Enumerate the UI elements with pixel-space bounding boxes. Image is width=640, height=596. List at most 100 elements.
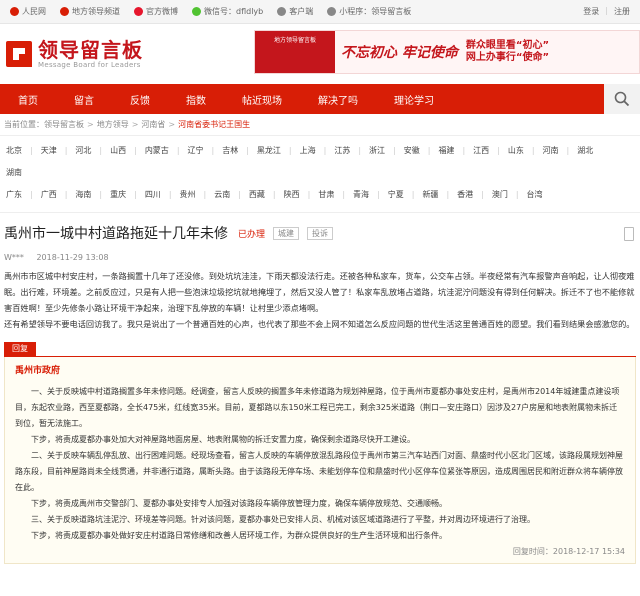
topbar-link-label: 地方领导频道	[72, 7, 120, 16]
region-link[interactable]: 广东	[6, 190, 22, 199]
region-link[interactable]: 江西	[473, 146, 489, 155]
reply-paragraph: 一、关于反映城中村道路搁置多年未修问题。经调查，留言人反映的搁置多年未修道路为规…	[15, 387, 620, 428]
region-link[interactable]: 甘肃	[318, 190, 334, 199]
region-separator: |	[64, 146, 68, 155]
nav-item[interactable]: 理论学习	[376, 84, 452, 114]
region-link[interactable]: 澳门	[492, 190, 508, 199]
region-link[interactable]: 青海	[353, 190, 369, 199]
region-separator: |	[377, 190, 380, 199]
region-link[interactable]: 新疆	[422, 190, 438, 199]
region-link[interactable]: 陕西	[284, 190, 300, 199]
region-link[interactable]: 辽宁	[188, 146, 204, 155]
topbar-link[interactable]: 小程序：领导留言板	[327, 6, 411, 17]
banner-subtext: 群众眼里看“初心” 网上办事行“使命”	[466, 40, 549, 64]
tag-chip-type[interactable]: 投诉	[307, 226, 334, 240]
region-separator: |	[99, 146, 103, 155]
region-separator: |	[446, 190, 450, 199]
region-link[interactable]: 广西	[41, 190, 57, 199]
region-separator: |	[481, 190, 484, 199]
region-separator: |	[176, 146, 180, 155]
wechat-icon	[192, 7, 201, 16]
reply-box: 禹州市政府 一、关于反映城中村道路搁置多年未修问题。经调查，留言人反映的搁置多年…	[4, 357, 636, 564]
tag-chip-category[interactable]: 城建	[273, 226, 300, 240]
topbar-link-label: 官方微博	[146, 7, 178, 16]
region-list: 北京 | 天津 | 河北 | 山西 | 内蒙古 | 辽宁 | 吉林 | 黑龙江 | 上海 | 江苏 | 浙江 | 安徽 | 福建…	[0, 136, 640, 208]
region-link[interactable]: 黑龙江	[257, 146, 281, 155]
nav-item[interactable]: 解决了吗	[300, 84, 376, 114]
region-link[interactable]: 宁夏	[388, 190, 404, 199]
region-link[interactable]: 重庆	[110, 190, 126, 199]
breadcrumb-separator: >	[168, 120, 176, 129]
region-link[interactable]: 云南	[214, 190, 230, 199]
post-author: W***	[4, 253, 24, 262]
nav-item[interactable]: 首页	[0, 84, 56, 114]
topbar-link[interactable]: 人民网	[10, 6, 46, 17]
region-link[interactable]: 山东	[508, 146, 524, 155]
nav-item[interactable]: 留言	[56, 84, 112, 114]
site-logo[interactable]: 领导留言板 Message Board for Leaders	[6, 39, 143, 69]
account-links: 登录 | 注册	[583, 6, 630, 17]
region-link[interactable]: 上海	[300, 146, 316, 155]
region-link[interactable]: 湖南	[6, 168, 22, 177]
region-link[interactable]: 福建	[438, 146, 454, 155]
breadcrumb-prefix: 当前位置：	[4, 120, 44, 129]
post-body-paragraph: 还有希望领导不要电话回访我了。我只是说出了一个普通百姓的心声，也代表了那些不会上…	[4, 319, 635, 329]
login-link[interactable]: 登录	[583, 6, 599, 17]
campaign-banner[interactable]: 地方领导留言板 不忘初心 牢记使命 群众眼里看“初心” 网上办事行“使命”	[254, 30, 640, 74]
region-separator: |	[411, 190, 415, 199]
breadcrumb-separator: >	[87, 120, 94, 129]
breadcrumb-item[interactable]: 领导留言板	[44, 119, 84, 130]
topbar-link-label: 微信号：dfldlyb	[204, 7, 264, 16]
channel-icon	[60, 7, 69, 16]
topbar-link[interactable]: 官方微博	[134, 6, 178, 17]
region-link[interactable]: 河南	[543, 146, 559, 155]
region-link[interactable]: 香港	[457, 190, 473, 199]
region-separator: |	[64, 190, 68, 199]
reply-paragraph: 下步，将责成夏都办事处做好安庄村道路日常修缮和改善人居环境工作，为群众提供良好的…	[31, 531, 447, 540]
banner-slogan: 不忘初心 牢记使命	[341, 45, 458, 61]
post-body: 禹州市市区城中村安庄村，一条路搁置十几年了还没修。到处坑坑洼洼，下雨天都没法行走…	[0, 268, 640, 332]
topbar-link[interactable]: 客户端	[277, 6, 313, 17]
region-link[interactable]: 吉林	[222, 146, 238, 155]
post-header: 禹州市一城中村道路拖延十几年未修 已办理 城建 投诉	[0, 212, 640, 249]
region-link[interactable]: 内蒙古	[145, 146, 169, 155]
main-nav: 首页 留言 反馈 指数 帖近现场 解决了吗 理论学习	[0, 84, 640, 114]
region-link[interactable]: 四川	[145, 190, 161, 199]
breadcrumb-separator: >	[131, 120, 139, 129]
region-link[interactable]: 山西	[110, 146, 126, 155]
region-separator: |	[497, 146, 500, 155]
nav-item[interactable]: 帖近现场	[224, 84, 300, 114]
logo-title: 领导留言板	[38, 38, 143, 62]
region-link[interactable]: 浙江	[369, 146, 385, 155]
weibo-icon	[134, 7, 143, 16]
breadcrumb-item[interactable]: 河南省委书记王国生	[178, 119, 250, 130]
region-link[interactable]: 西藏	[249, 190, 265, 199]
region-link[interactable]: 北京	[6, 146, 22, 155]
region-link[interactable]: 安徽	[404, 146, 420, 155]
nav-item[interactable]: 指数	[168, 84, 224, 114]
region-link[interactable]: 河北	[75, 146, 91, 155]
nav-item[interactable]: 反馈	[112, 84, 168, 114]
region-link[interactable]: 江苏	[334, 146, 350, 155]
region-link[interactable]: 天津	[41, 146, 57, 155]
register-link[interactable]: 注册	[614, 6, 630, 17]
region-link[interactable]: 海南	[75, 190, 91, 199]
breadcrumb-item[interactable]: 河南省	[141, 119, 165, 130]
region-link[interactable]: 贵州	[180, 190, 196, 199]
topbar-link[interactable]: 地方领导频道	[60, 6, 120, 17]
region-separator: |	[238, 190, 241, 199]
banner-subtext-line2: 网上办事行“使命”	[465, 52, 550, 63]
search-button[interactable]	[604, 84, 640, 114]
search-icon	[614, 91, 630, 107]
region-separator: |	[272, 190, 276, 199]
topbar-link[interactable]: 微信号：dfldlyb	[192, 6, 263, 17]
region-link[interactable]: 湖北	[577, 146, 593, 155]
region-separator: |	[134, 146, 137, 155]
logo-mark-icon	[6, 41, 32, 67]
breadcrumb-item[interactable]: 地方领导	[97, 119, 129, 130]
share-icon[interactable]	[624, 227, 634, 241]
post-time: 2018-11-29 13:08	[36, 253, 109, 262]
topbar-link-label: 人民网	[22, 7, 46, 16]
region-link[interactable]: 台湾	[527, 190, 543, 199]
region-separator: |	[515, 190, 519, 199]
